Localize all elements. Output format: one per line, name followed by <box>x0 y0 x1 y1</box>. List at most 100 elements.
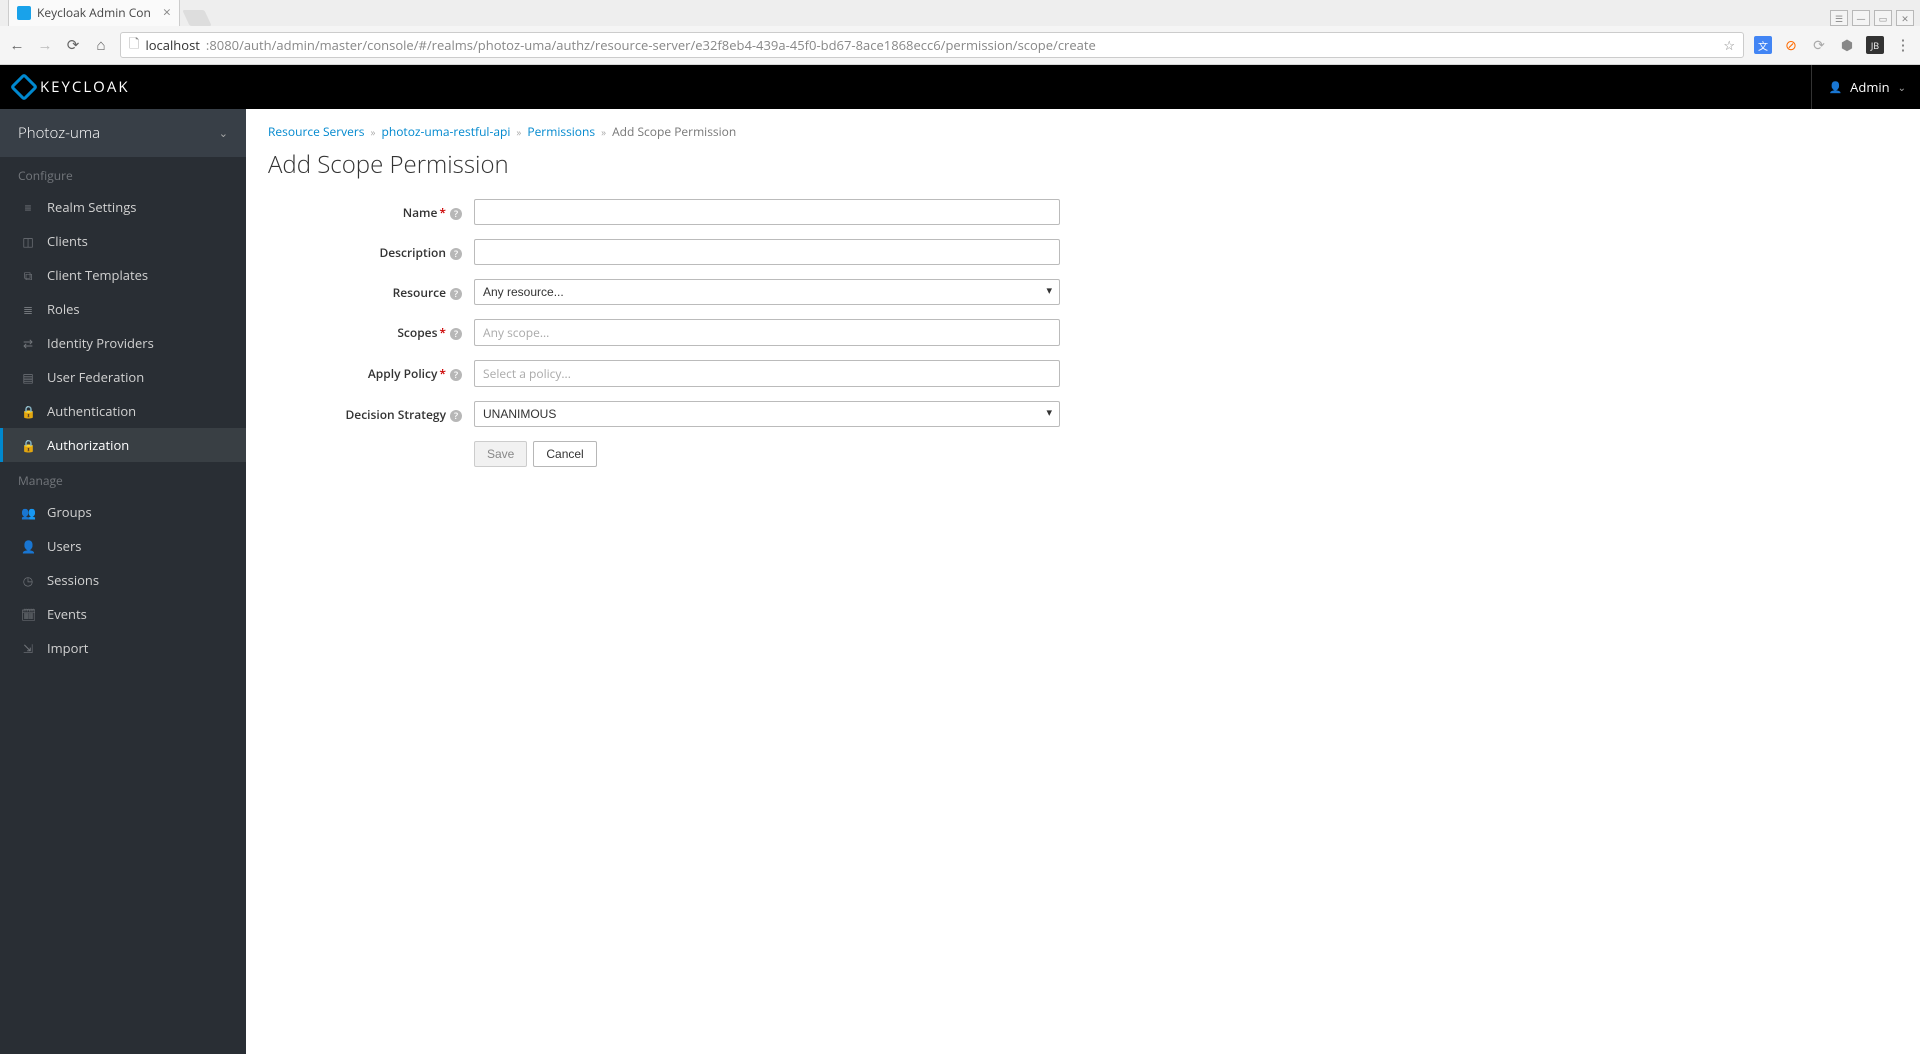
required-marker: * <box>439 204 446 221</box>
sidebar-item-import[interactable]: ⇲ Import <box>0 631 246 665</box>
user-menu[interactable]: 👤 Admin ⌄ <box>1811 65 1906 109</box>
sidebar-item-events[interactable]: 🗓Events <box>0 597 246 631</box>
decision-select-wrap: UNANIMOUS <box>474 401 1060 427</box>
resource-select[interactable]: Any resource... <box>474 279 1060 305</box>
required-marker: * <box>439 365 446 382</box>
decision-select[interactable]: UNANIMOUS <box>474 401 1060 427</box>
breadcrumb-item[interactable]: Resource Servers <box>268 123 365 140</box>
breadcrumb-separator: » <box>371 125 376 139</box>
sidebar-item-label: Identity Providers <box>47 334 154 352</box>
app-header: KEYCLOAK 👤 Admin ⌄ <box>0 65 1920 109</box>
home-button[interactable]: ⌂ <box>92 35 110 55</box>
help-icon[interactable]: ? <box>450 288 462 300</box>
database-icon: ▤ <box>21 369 35 386</box>
tab-strip: Keycloak Admin Con × ☰ — ▭ ✕ <box>0 0 1920 26</box>
sidebar-item-label: Clients <box>47 232 88 250</box>
sidebar-item-identity-providers[interactable]: ⇄Identity Providers <box>0 326 246 360</box>
sidebar-item-groups[interactable]: 👥 Groups <box>0 495 246 529</box>
sidebar-item-user-federation[interactable]: ▤User Federation <box>0 360 246 394</box>
menu-button[interactable]: ⋮ <box>1894 35 1912 55</box>
url-bar[interactable]: 🗋 localhost :8080/auth/admin/master/conso… <box>120 32 1744 58</box>
breadcrumb-item[interactable]: photoz-uma-restful-api <box>382 123 511 140</box>
close-tab-icon[interactable]: × <box>163 3 171 22</box>
minimize-button[interactable]: — <box>1852 10 1870 26</box>
breadcrumb-separator: » <box>601 125 606 139</box>
sidebar-item-clients[interactable]: ◫ Clients <box>0 224 246 258</box>
cube-icon: ◫ <box>21 233 35 250</box>
incognito-icon[interactable]: ☰ <box>1830 10 1848 26</box>
favicon-icon <box>17 6 31 20</box>
extension-icon-2[interactable]: ⟳ <box>1810 36 1828 54</box>
help-icon[interactable]: ? <box>450 328 462 340</box>
sidebar-item-roles[interactable]: ≣ Roles <box>0 292 246 326</box>
sidebar-item-users[interactable]: 👤Users <box>0 529 246 563</box>
sidebar-item-label: Authorization <box>47 436 129 454</box>
form-row-resource: Resource? Any resource... <box>268 279 1898 305</box>
breadcrumb-item[interactable]: Permissions <box>527 123 595 140</box>
brand-logo[interactable]: KEYCLOAK <box>14 77 130 97</box>
forward-button[interactable]: → <box>36 35 54 55</box>
sidebar-item-authorization[interactable]: 🔒 Authorization <box>0 428 246 462</box>
main-content: Resource Servers » photoz-uma-restful-api »… <box>246 109 1920 1054</box>
form-row-decision: Decision Strategy? UNANIMOUS <box>268 401 1898 427</box>
list-icon: ≣ <box>21 301 35 318</box>
chevron-down-icon: ⌄ <box>1898 80 1906 94</box>
extension-icon-3[interactable]: ⬢ <box>1838 36 1856 54</box>
form-row-apply-policy: Apply Policy*? Select a policy... <box>268 360 1898 387</box>
url-host: localhost <box>145 36 199 54</box>
resource-select-wrap: Any resource... <box>474 279 1060 305</box>
save-button[interactable]: Save <box>474 441 527 467</box>
sidebar-item-label: Users <box>47 537 81 555</box>
description-input[interactable] <box>474 239 1060 265</box>
sliders-icon: ≡ <box>21 199 35 216</box>
sidebar-item-label: Groups <box>47 503 92 521</box>
sidebar-item-client-templates[interactable]: ⧉Client Templates <box>0 258 246 292</box>
cancel-button[interactable]: Cancel <box>533 441 596 467</box>
breadcrumb: Resource Servers » photoz-uma-restful-api »… <box>268 123 1898 140</box>
browser-tab[interactable]: Keycloak Admin Con × <box>8 0 180 26</box>
extension-icon[interactable]: ⊘ <box>1782 36 1800 54</box>
help-icon[interactable]: ? <box>450 410 462 422</box>
lock-icon: 🔒 <box>21 403 35 420</box>
brand-text: KEYCLOAK <box>40 77 130 97</box>
help-icon[interactable]: ? <box>450 208 462 220</box>
sidebar-item-label: Sessions <box>47 571 99 589</box>
sidebar-item-authentication[interactable]: 🔒Authentication <box>0 394 246 428</box>
translate-icon[interactable]: 文 <box>1754 36 1772 54</box>
name-input[interactable] <box>474 199 1060 225</box>
name-label: Name*? <box>268 204 474 221</box>
reload-button[interactable]: ⟳ <box>64 35 82 55</box>
url-path: :8080/auth/admin/master/console/#/realms… <box>206 36 1096 54</box>
scopes-input[interactable]: Any scope... <box>474 319 1060 346</box>
button-row: Save Cancel <box>474 441 1898 467</box>
apply-policy-input[interactable]: Select a policy... <box>474 360 1060 387</box>
breadcrumb-item: Add Scope Permission <box>612 123 736 140</box>
help-icon[interactable]: ? <box>450 369 462 381</box>
lock-icon: 🔒 <box>21 437 35 454</box>
site-info-icon[interactable]: 🗋 <box>129 34 139 57</box>
group-icon: 👥 <box>21 504 35 521</box>
close-window-button[interactable]: ✕ <box>1896 10 1914 26</box>
section-title-configure: Configure <box>0 157 246 190</box>
calendar-icon: 🗓 <box>21 606 35 623</box>
new-tab-button[interactable] <box>182 10 211 26</box>
help-icon[interactable]: ? <box>450 248 462 260</box>
import-icon: ⇲ <box>21 640 35 657</box>
sidebar-item-label: Import <box>47 639 88 657</box>
realm-name: Photoz-uma <box>18 123 100 143</box>
form-row-description: Description? <box>268 239 1898 265</box>
maximize-button[interactable]: ▭ <box>1874 10 1892 26</box>
scopes-label: Scopes*? <box>268 324 474 341</box>
app-body: Photoz-uma ⌄ Configure ≡Realm Settings ◫ C… <box>0 109 1920 1054</box>
page-title: Add Scope Permission <box>268 148 1898 181</box>
extension-icon-4[interactable]: JB <box>1866 36 1884 54</box>
realm-selector[interactable]: Photoz-uma ⌄ <box>0 109 246 157</box>
tab-title: Keycloak Admin Con <box>37 4 151 21</box>
sidebar-item-label: Roles <box>47 300 80 318</box>
bookmark-star-icon[interactable]: ☆ <box>1723 36 1735 54</box>
window-controls: ☰ — ▭ ✕ <box>1830 10 1914 26</box>
sidebar-item-realm-settings[interactable]: ≡Realm Settings <box>0 190 246 224</box>
form-row-name: Name*? <box>268 199 1898 225</box>
back-button[interactable]: ← <box>8 35 26 55</box>
sidebar-item-sessions[interactable]: ◷Sessions <box>0 563 246 597</box>
